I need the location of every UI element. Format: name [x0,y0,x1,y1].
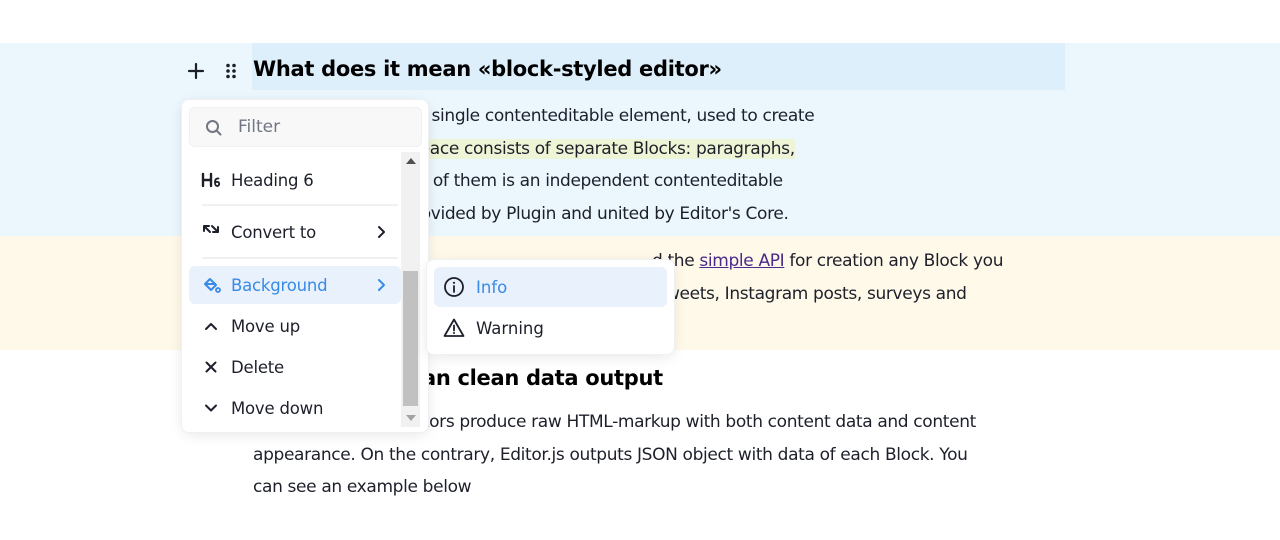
chevron-up-icon [198,313,224,339]
paragraph-block-2[interactable]: d the simple API for creation any Block … [637,245,1004,310]
heading-6-icon [198,167,224,193]
warning-triangle-icon [442,316,466,340]
menu-item-label: Convert to [231,222,317,242]
search-icon [206,120,222,136]
simple-api-link[interactable]: simple API [699,251,784,271]
text-run: can see an example below [253,477,472,497]
paragraph-line: appearance. On the contrary, Editor.js o… [253,439,976,472]
paint-bucket-icon [198,272,224,298]
menu-item-convert-to[interactable]: Convert to [189,213,401,251]
filter-field[interactable] [189,107,422,147]
drag-handle-icon [226,63,236,79]
text-run: appearance. On the contrary, Editor.js o… [253,444,968,465]
heading-block-2[interactable]: ean clean data output [408,366,663,390]
submenu-item-info[interactable]: Info [434,267,667,307]
scroll-down-arrow-icon[interactable] [406,415,416,421]
scrollbar-thumb[interactable] [403,271,418,406]
menu-item-heading-6[interactable]: Heading 6 [189,161,401,199]
text-run: for creation any Block you [784,251,1004,271]
highlighted-text: workspace consists of separate Blocks: p… [371,138,795,159]
filter-input[interactable] [238,108,413,146]
scroll-up-arrow-icon[interactable] [406,158,416,164]
plus-icon [187,62,205,80]
menu-item-move-down[interactable]: Move down [189,389,401,427]
paragraph-line: d the simple API for creation any Block … [652,245,1004,278]
heading-block[interactable]: What does it mean «block-styled editor» [253,57,722,81]
add-block-button[interactable] [183,58,209,84]
paragraph-line: or Tweets, Instagram posts, surveys and [637,278,1003,311]
paragraph-line: ditors produce raw HTML-markup with both… [408,406,976,439]
block-tunes-popover: Heading 6 Convert to Background Move up … [181,99,429,433]
menu-item-background[interactable]: Background [189,266,401,304]
convert-icon [198,219,224,245]
menu-item-label: Move down [231,398,324,418]
menu-separator [202,257,398,259]
chevron-down-icon [198,395,224,421]
popover-scrollbar[interactable] [401,152,420,427]
block-settings-drag-button[interactable] [218,58,244,84]
submenu-item-warning[interactable]: Warning [434,308,667,348]
menu-item-label: Background [231,275,328,295]
chevron-right-icon [378,226,385,238]
info-circle-icon [442,275,466,299]
background-submenu: Info Warning [426,259,675,355]
menu-item-label: Delete [231,357,285,377]
submenu-item-label: Info [476,277,508,297]
text-run: . Each of them is an independent content… [377,171,783,191]
text-run: or Tweets, Instagram posts, surveys and [637,283,967,304]
submenu-item-label: Warning [476,318,544,338]
text-run: ditors produce raw HTML-markup with both… [408,412,976,432]
chevron-right-icon [378,279,385,291]
cross-icon [198,354,224,380]
menu-item-label: Move up [231,316,301,336]
paragraph-line: can see an example below [253,471,976,504]
menu-separator [202,204,398,206]
menu-item-label: Heading 6 [231,170,314,190]
menu-item-delete[interactable]: Delete [189,348,401,386]
menu-item-move-up[interactable]: Move up [189,307,401,345]
